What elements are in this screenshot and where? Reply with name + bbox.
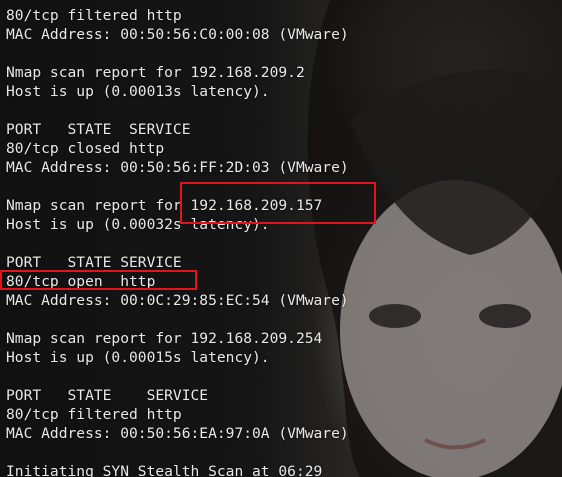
terminal-output: 80/tcp filtered http MAC Address: 00:50:5… <box>6 6 349 477</box>
output-line: PORT STATE SERVICE <box>6 121 191 138</box>
output-line: Host is up (0.00015s latency). <box>6 349 270 366</box>
output-line: Initiating SYN Stealth Scan at 06:29 <box>6 463 323 477</box>
output-line: MAC Address: 00:0C:29:85:EC:54 (VMware) <box>6 292 349 309</box>
output-line: MAC Address: 00:50:56:FF:2D:03 (VMware) <box>6 159 349 176</box>
output-line: 80/tcp open http <box>6 273 156 290</box>
blank-line <box>6 101 349 120</box>
output-line: Nmap scan report for 192.168.209.157 <box>6 197 323 214</box>
output-line: 80/tcp closed http <box>6 140 165 157</box>
blank-line <box>6 44 349 63</box>
output-line: Host is up (0.00032s latency). <box>6 216 270 233</box>
blank-line <box>6 234 349 253</box>
output-line: Nmap scan report for 192.168.209.2 <box>6 64 305 81</box>
output-line: PORT STATE SERVICE <box>6 387 209 404</box>
output-line: 80/tcp filtered http <box>6 406 182 423</box>
blank-line <box>6 443 349 462</box>
output-line: PORT STATE SERVICE <box>6 254 182 271</box>
output-line: Host is up (0.00013s latency). <box>6 83 270 100</box>
blank-line <box>6 177 349 196</box>
blank-line <box>6 367 349 386</box>
blank-line <box>6 310 349 329</box>
output-line: MAC Address: 00:50:56:EA:97:0A (VMware) <box>6 425 349 442</box>
output-line: Nmap scan report for 192.168.209.254 <box>6 330 323 347</box>
output-line: MAC Address: 00:50:56:C0:00:08 (VMware) <box>6 26 349 43</box>
output-line: 80/tcp filtered http <box>6 7 182 24</box>
terminal-window[interactable]: 80/tcp filtered http MAC Address: 00:50:5… <box>0 0 562 477</box>
